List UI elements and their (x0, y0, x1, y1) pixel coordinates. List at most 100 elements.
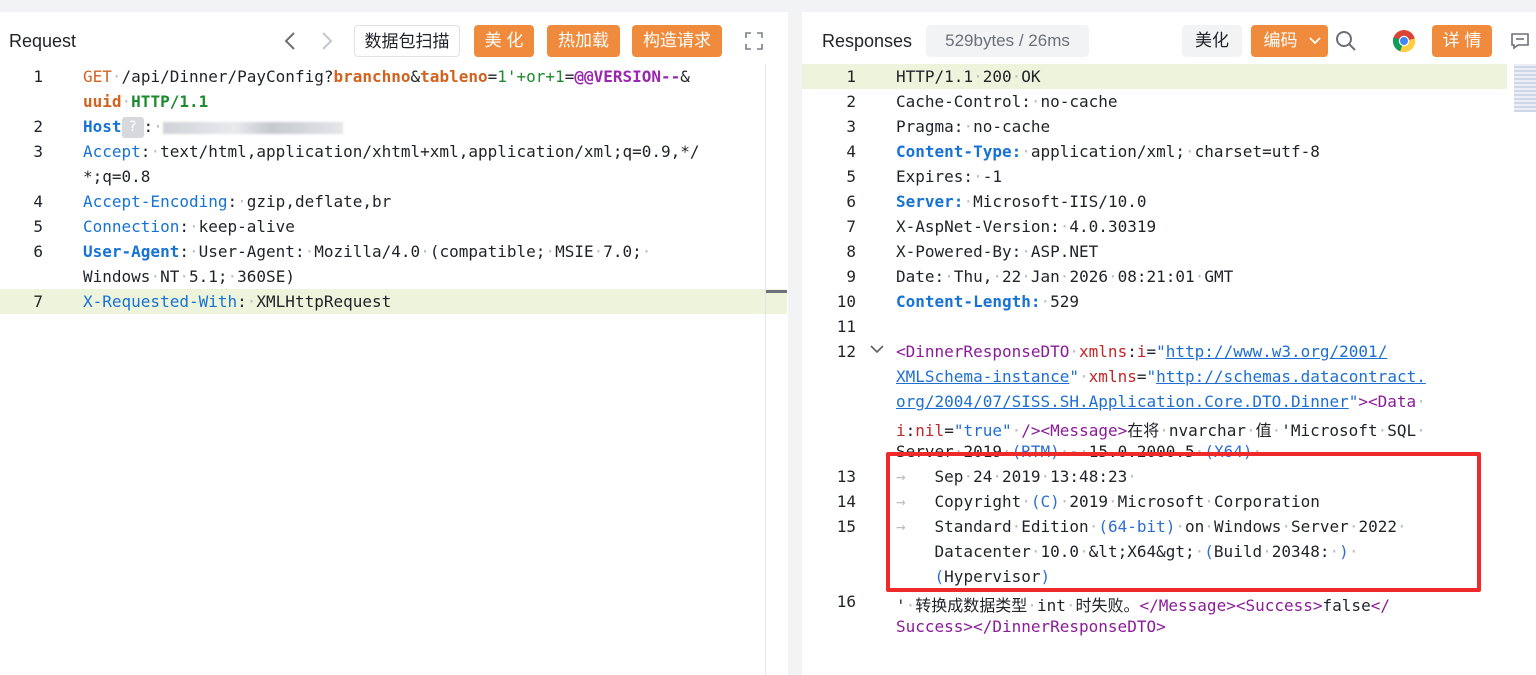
code-line: Windows·NT·5.1;·360SE) (0, 264, 788, 289)
line-text: Accept:·text/html,application/xhtml+xml,… (83, 142, 700, 161)
line-text: uuid·HTTP/1.1 (83, 92, 209, 111)
scrollbar-track[interactable] (765, 64, 766, 675)
line-text: User-Agent:·User-Agent:·Mozilla/4.0·(com… (83, 242, 652, 261)
line-text: Date:·Thu,·22·Jan·2026·08:21:01·GMT (896, 267, 1234, 286)
request-pane: Request 数据包扫描 美 化 热加载 构造请求 1 GET·/api/Di… (0, 12, 788, 675)
details-button[interactable]: 详 情 (1432, 25, 1492, 57)
request-toolbar: Request 数据包扫描 美 化 热加载 构造请求 (0, 12, 788, 64)
chrome-icon[interactable] (1390, 27, 1418, 55)
line-text: Windows·NT·5.1;·360SE) (83, 267, 295, 286)
code-line: 11 (802, 314, 1536, 339)
beautify-button[interactable]: 美 化 (474, 25, 534, 57)
code-line: uuid·HTTP/1.1 (0, 89, 788, 114)
code-line-current: 1 HTTP/1.1·200·OK (802, 64, 1507, 89)
line-text: Host?:· (83, 117, 343, 138)
line-text: X-AspNet-Version:·4.0.30319 (896, 217, 1157, 236)
code-line: 7 X-AspNet-Version:·4.0.30319 (802, 214, 1536, 239)
code-line: 1 GET·/api/Dinner/PayConfig?branchno&tab… (0, 64, 788, 89)
line-number: 2 (846, 92, 856, 111)
line-text: <DinnerResponseDTO·xmlns:i="http://www.w… (896, 342, 1388, 361)
scrollbar-marker[interactable] (766, 290, 787, 293)
line-text: i:nil="true"·/><Message>在将·nvarchar·值·'M… (896, 421, 1426, 440)
code-line: 3 Accept:·text/html,application/xhtml+xm… (0, 139, 788, 164)
line-number: 4 (33, 192, 43, 211)
expand-icon[interactable] (740, 27, 768, 55)
line-number: 2 (33, 117, 43, 136)
line-text: XMLSchema-instance"·xmlns="http://schema… (896, 367, 1426, 386)
code-line-current: 7 X-Requested-With:·XMLHttpRequest (0, 289, 787, 314)
code-line: 12 <DinnerResponseDTO·xmlns:i="http://ww… (802, 339, 1536, 364)
line-number: 16 (836, 592, 856, 611)
code-line: 4 Accept-Encoding:·gzip,deflate,br (0, 189, 788, 214)
line-text: Pragma:·no-cache (896, 117, 1051, 136)
line-number: 3 (33, 142, 43, 161)
line-number: 9 (846, 267, 856, 286)
line-text: '·转换成数据类型·int·时失败。</Message><Success>fal… (896, 596, 1390, 615)
code-line: 6 Server:·Microsoft-IIS/10.0 (802, 189, 1536, 214)
size-time-badge: 529bytes / 26ms (926, 25, 1089, 57)
request-title: Request (9, 31, 77, 51)
code-line: 6 User-Agent:·User-Agent:·Mozilla/4.0·(c… (0, 239, 788, 264)
code-line: 4 Content-Type:·application/xml;·charset… (802, 139, 1536, 164)
line-text: Success></DinnerResponseDTO> (896, 617, 1166, 636)
code-line: 8 X-Powered-By:·ASP.NET (802, 239, 1536, 264)
code-line: 2 Host?:· (0, 114, 788, 139)
line-number: 6 (846, 192, 856, 211)
code-line: i:nil="true"·/><Message>在将·nvarchar·值·'M… (802, 414, 1536, 440)
chevron-left-icon[interactable] (276, 27, 304, 55)
response-toolbar: Responses 529bytes / 26ms 美化 编码 详 情 (802, 12, 1536, 64)
encoding-dropdown[interactable]: 编码 (1251, 25, 1328, 57)
search-icon[interactable] (1332, 27, 1360, 55)
code-line: 3 Pragma:·no-cache (802, 114, 1536, 139)
highlight-annotation-box (886, 452, 1481, 592)
line-text: Expires:·-1 (896, 167, 1002, 186)
line-number: 15 (836, 517, 856, 536)
line-number: 3 (846, 117, 856, 136)
line-text: GET·/api/Dinner/PayConfig?branchno&table… (83, 67, 690, 86)
line-number: 1 (846, 67, 856, 86)
line-number: 5 (33, 217, 43, 236)
code-line: org/2004/07/SISS.SH.Application.Core.DTO… (802, 389, 1536, 414)
line-text: Connection:·keep-alive (83, 217, 295, 236)
chevron-right-icon[interactable] (313, 27, 341, 55)
line-text: Content-Type:·application/xml;·charset=u… (896, 142, 1320, 161)
line-number: 7 (846, 217, 856, 236)
line-text: X-Powered-By:·ASP.NET (896, 242, 1099, 261)
code-line: 10 Content-Length:·529 (802, 289, 1536, 314)
line-text: Accept-Encoding:·gzip,deflate,br (83, 192, 392, 211)
line-text: Cache-Control:·no-cache (896, 92, 1118, 111)
construct-request-button[interactable]: 构造请求 (632, 25, 722, 57)
line-number: 14 (836, 492, 856, 511)
comment-icon[interactable] (1506, 27, 1534, 55)
code-line: *;q=0.8 (0, 164, 788, 189)
line-text: org/2004/07/SISS.SH.Application.Core.DTO… (896, 392, 1426, 411)
response-title: Responses (822, 31, 913, 51)
line-number: 12 (836, 342, 856, 361)
request-editor[interactable]: 1 GET·/api/Dinner/PayConfig?branchno&tab… (0, 64, 788, 675)
code-line: XMLSchema-instance"·xmlns="http://schema… (802, 364, 1536, 389)
line-number: 7 (33, 292, 43, 311)
response-beautify-button[interactable]: 美化 (1182, 25, 1242, 57)
line-number: 1 (33, 67, 43, 86)
code-line: 2 Cache-Control:·no-cache (802, 89, 1536, 114)
line-text: HTTP/1.1·200·OK (896, 67, 1041, 86)
line-number: 6 (33, 242, 43, 261)
fold-chevron-icon[interactable] (870, 342, 884, 358)
line-text: Server:·Microsoft-IIS/10.0 (896, 192, 1147, 211)
code-line: 16 '·转换成数据类型·int·时失败。</Message><Success>… (802, 589, 1536, 615)
code-line: 5 Connection:·keep-alive (0, 214, 788, 239)
line-number: 4 (846, 142, 856, 161)
line-number: 13 (836, 467, 856, 486)
line-text: *;q=0.8 (83, 167, 151, 186)
code-line: Success></DinnerResponseDTO> (802, 614, 1536, 639)
minimap[interactable] (1514, 64, 1536, 112)
line-number: 5 (846, 167, 856, 186)
code-line: 9 Date:·Thu,·22·Jan·2026·08:21:01·GMT (802, 264, 1536, 289)
line-number: 10 (836, 292, 856, 311)
hot-load-button[interactable]: 热加载 (547, 25, 620, 57)
packet-scan-button[interactable]: 数据包扫描 (354, 25, 460, 57)
line-number: 8 (846, 242, 856, 261)
code-line: 5 Expires:·-1 (802, 164, 1536, 189)
encoding-label: 编码 (1263, 31, 1298, 50)
line-text: X-Requested-With:·XMLHttpRequest (83, 292, 392, 311)
